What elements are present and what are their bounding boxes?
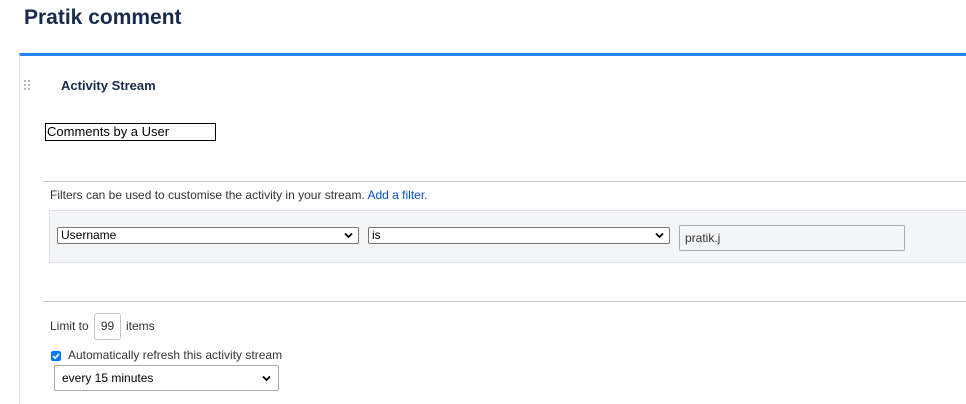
auto-refresh-checkbox[interactable] bbox=[51, 351, 61, 361]
drag-handle-icon[interactable] bbox=[24, 80, 30, 92]
filter-operator-value: is bbox=[372, 228, 381, 242]
add-filter-link[interactable]: Add a filter. bbox=[367, 188, 427, 202]
page-title: Pratik comment bbox=[24, 6, 182, 29]
filters-intro: Filters can be used to customise the act… bbox=[50, 188, 428, 202]
chevron-down-icon bbox=[344, 232, 353, 239]
checkmark-icon bbox=[52, 353, 60, 360]
chevron-down-icon bbox=[262, 375, 271, 382]
gadget-title: Activity Stream bbox=[61, 78, 156, 93]
filter-value-input[interactable]: pratik.j bbox=[679, 225, 905, 251]
gadget-title-input[interactable]: Comments by a User bbox=[45, 123, 216, 141]
filter-operator-select[interactable]: is bbox=[368, 227, 670, 244]
filter-field-value: Username bbox=[61, 228, 117, 242]
filters-intro-text: Filters can be used to customise the act… bbox=[50, 188, 365, 202]
limit-label: Limit to bbox=[50, 319, 89, 333]
divider bbox=[43, 301, 966, 302]
refresh-interval-value: every 15 minutes bbox=[62, 371, 154, 385]
auto-refresh-label[interactable]: Automatically refresh this activity stre… bbox=[68, 348, 282, 362]
filter-field-select[interactable]: Username bbox=[57, 227, 359, 244]
limit-suffix: items bbox=[126, 319, 155, 333]
limit-input[interactable]: 99 bbox=[94, 313, 121, 340]
chevron-down-icon bbox=[655, 232, 664, 239]
refresh-interval-select[interactable]: every 15 minutes bbox=[54, 365, 279, 391]
